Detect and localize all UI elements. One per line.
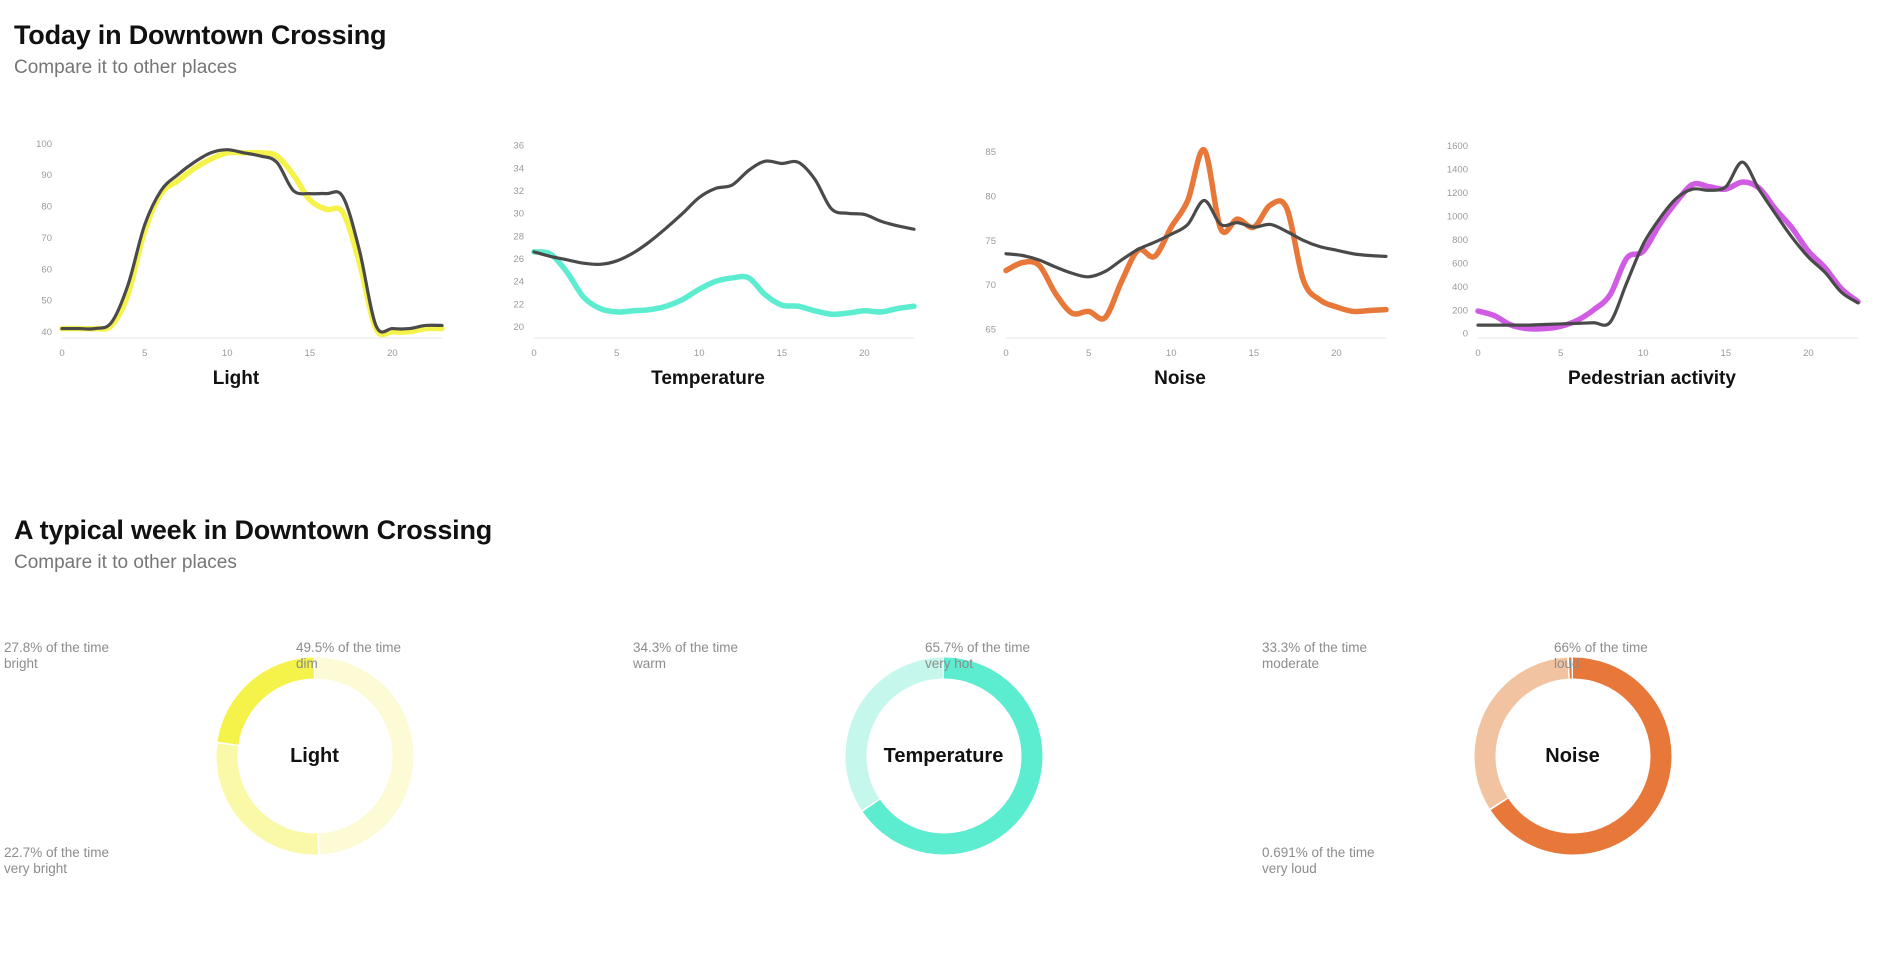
line-chart-caption: Pedestrian activity	[1568, 368, 1736, 389]
x-tick-label: 0	[1003, 348, 1008, 359]
x-tick-label: 15	[1249, 348, 1260, 359]
y-tick-label: 36	[513, 141, 524, 152]
line-chart-row: 40 50 60 70 80 90 100 0 5 10 15 20 Light 20 22 24 26 28 30…	[0, 120, 1888, 390]
donut-slice-note: 33.3% of the time moderate	[1262, 640, 1368, 671]
dashboard-page: Today in Downtown Crossing Compare it to…	[0, 0, 1888, 954]
donut-ring: Temperature	[836, 648, 1052, 864]
line-series-comparison	[1004, 198, 1388, 279]
section-today: Today in Downtown Crossing Compare it to…	[0, 20, 1888, 79]
donut-slice-note: 66% of the time loud	[1554, 640, 1648, 671]
y-tick-label: 1600	[1447, 141, 1468, 152]
y-tick-label: 80	[985, 191, 996, 202]
donut-ring: Light	[207, 648, 423, 864]
donut-chart-row: Light 49.5% of the time dim 27.8% of the t…	[0, 640, 1888, 940]
y-tick-label: 90	[41, 170, 52, 181]
y-tick-label: 60	[41, 264, 52, 275]
y-tick-label: 80	[41, 202, 52, 213]
line-chart-pedestrian-activity: 0 200 400 600 800 1000 1200 1400 1600 0 5 10 15 20 Ped…	[1416, 120, 1888, 390]
x-tick-label: 15	[305, 348, 316, 359]
y-tick-label: 22	[513, 299, 524, 310]
line-series-primary	[1475, 179, 1861, 332]
y-tick-label: 24	[513, 277, 524, 288]
line-series-primary	[1003, 147, 1389, 322]
donut-slice-note: 34.3% of the time warm	[633, 640, 739, 671]
y-tick-label: 800	[1452, 235, 1468, 246]
donut-slice-note: 65.7% of the time very hot	[925, 640, 1031, 671]
line-chart-caption: Light	[212, 368, 260, 389]
x-tick-label: 5	[142, 348, 147, 359]
x-tick-label: 20	[1803, 348, 1814, 359]
line-chart-noise: 65 70 75 80 85 0 5 10 15 20 Noise	[944, 120, 1416, 390]
donut-svg	[845, 657, 1042, 855]
x-tick-label: 5	[1086, 348, 1091, 359]
y-tick-label: 65	[985, 325, 996, 336]
section-week: A typical week in Downtown Crossing Comp…	[0, 515, 1888, 574]
line-chart-svg: 20 22 24 26 28 30 32 34 36 0 5 10 15 20	[513, 141, 917, 359]
y-tick-label: 50	[41, 296, 52, 307]
donut-ring: Noise	[1465, 648, 1681, 864]
line-chart-caption: Temperature	[651, 368, 765, 389]
line-chart-light: 40 50 60 70 80 90 100 0 5 10 15 20 Light	[0, 120, 472, 390]
section-week-subtitle: Compare it to other places	[14, 552, 237, 574]
donut-chart-light: Light 49.5% of the time dim 27.8% of the t…	[0, 640, 629, 940]
x-tick-label: 15	[777, 348, 788, 359]
x-tick-label: 20	[1331, 348, 1342, 359]
x-tick-label: 5	[1558, 348, 1563, 359]
x-tick-label: 10	[222, 348, 233, 359]
section-today-title: Today in Downtown Crossing	[14, 20, 387, 50]
line-series-comparison	[532, 159, 916, 267]
x-tick-label: 10	[1638, 348, 1649, 359]
donut-slice-note: 27.8% of the time bright	[4, 640, 110, 671]
donut-chart-noise: Noise 66% of the time loud 33.3% of the ti…	[1258, 640, 1887, 940]
section-today-subtitle: Compare it to other places	[14, 57, 237, 79]
y-tick-label: 1400	[1447, 165, 1468, 176]
line-chart-caption: Noise	[1154, 368, 1206, 389]
y-tick-label: 70	[985, 280, 996, 291]
y-tick-label: 85	[985, 147, 996, 158]
y-tick-label: 1000	[1447, 211, 1468, 222]
x-tick-label: 0	[531, 348, 536, 359]
x-tick-label: 10	[1166, 348, 1177, 359]
y-tick-label: 28	[513, 231, 524, 242]
line-series-primary	[531, 249, 917, 318]
line-chart-svg: 40 50 60 70 80 90 100 0 5 10 15 20	[36, 139, 445, 359]
section-week-title: A typical week in Downtown Crossing	[14, 515, 493, 545]
y-tick-label: 400	[1452, 282, 1468, 293]
donut-slice-note: 0.691% of the time very loud	[1262, 845, 1375, 876]
y-tick-label: 20	[513, 322, 524, 333]
line-chart-temperature: 20 22 24 26 28 30 32 34 36 0 5 10 15 20 Temperature	[472, 120, 944, 390]
y-tick-label: 40	[41, 327, 52, 338]
y-tick-label: 200	[1452, 305, 1468, 316]
line-chart-svg: 65 70 75 80 85 0 5 10 15 20	[985, 147, 1389, 359]
x-tick-label: 20	[387, 348, 398, 359]
y-tick-label: 70	[41, 233, 52, 244]
y-tick-label: 75	[985, 236, 996, 247]
donut-svg	[1474, 657, 1671, 855]
donut-slice-note: 22.7% of the time very bright	[4, 845, 110, 876]
line-series-comparison	[60, 148, 444, 334]
x-tick-label: 15	[1721, 348, 1732, 359]
x-tick-label: 5	[614, 348, 619, 359]
x-tick-label: 10	[694, 348, 705, 359]
y-tick-label: 26	[513, 254, 524, 265]
y-tick-label: 100	[36, 139, 52, 150]
donut-chart-temperature: Temperature 65.7% of the time very hot 34.…	[629, 640, 1258, 940]
y-tick-label: 34	[513, 163, 524, 174]
donut-svg	[216, 657, 413, 855]
x-tick-label: 20	[859, 348, 870, 359]
y-tick-label: 0	[1463, 329, 1468, 340]
donut-slice-note: 49.5% of the time dim	[296, 640, 402, 671]
y-tick-label: 600	[1452, 258, 1468, 269]
line-chart-svg: 0 200 400 600 800 1000 1200 1400 1600 0 5 10 15 20	[1447, 141, 1861, 359]
y-tick-label: 32	[513, 186, 524, 197]
y-tick-label: 30	[513, 209, 524, 220]
x-tick-label: 0	[1475, 348, 1480, 359]
y-tick-label: 1200	[1447, 188, 1468, 199]
x-tick-label: 0	[59, 348, 64, 359]
